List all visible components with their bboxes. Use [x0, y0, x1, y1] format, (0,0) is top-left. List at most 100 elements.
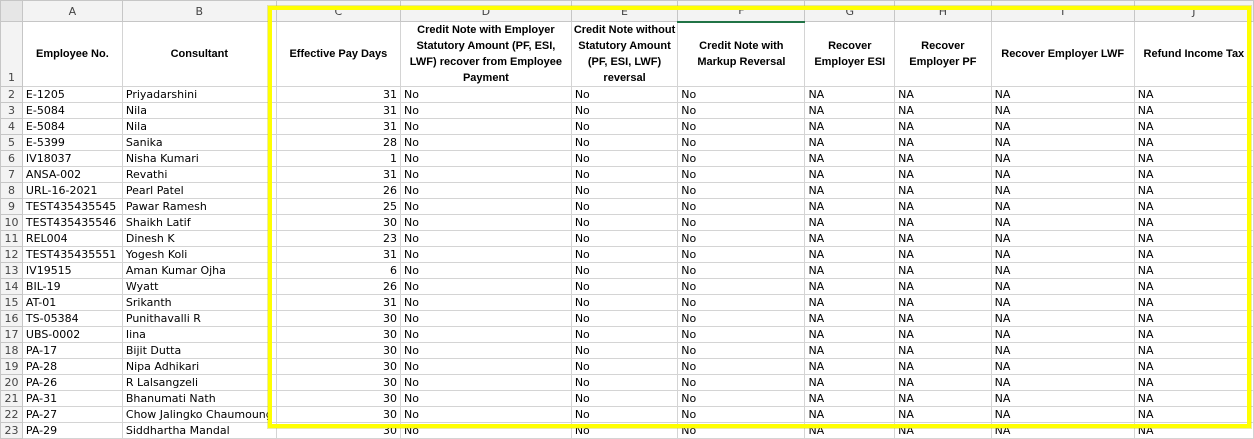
- cell-recover-employer-lwf[interactable]: NA: [990, 262, 1135, 279]
- cell-credit-note-without-statutory[interactable]: No: [570, 150, 679, 167]
- header-cell-recover-employer-lwf[interactable]: Recover Employer LWF: [990, 21, 1135, 87]
- cell-effective-pay-days[interactable]: 31: [275, 102, 402, 119]
- cell-effective-pay-days[interactable]: 30: [275, 214, 402, 231]
- cell-refund-income-tax[interactable]: NA: [1133, 390, 1254, 407]
- cell-credit-note-with-statutory[interactable]: No: [400, 86, 572, 103]
- cell-credit-note-without-statutory[interactable]: No: [570, 182, 679, 199]
- cell-recover-employer-esi[interactable]: NA: [804, 374, 896, 391]
- cell-consultant[interactable]: Iina: [121, 326, 277, 343]
- cell-recover-employer-lwf[interactable]: NA: [990, 406, 1135, 423]
- cell-recover-employer-lwf[interactable]: NA: [990, 86, 1135, 103]
- cell-consultant[interactable]: Chow Jalingko Chaumoung: [121, 406, 277, 423]
- cell-refund-income-tax[interactable]: NA: [1133, 326, 1254, 343]
- cell-recover-employer-esi[interactable]: NA: [804, 390, 896, 407]
- cell-recover-employer-pf[interactable]: NA: [894, 230, 992, 247]
- cell-recover-employer-pf[interactable]: NA: [894, 134, 992, 151]
- cell-consultant[interactable]: Pearl Patel: [121, 182, 277, 199]
- cell-refund-income-tax[interactable]: NA: [1133, 374, 1254, 391]
- cell-recover-employer-lwf[interactable]: NA: [990, 230, 1135, 247]
- cell-effective-pay-days[interactable]: 25: [275, 198, 402, 215]
- header-cell-credit-note-without-statutory[interactable]: Credit Note without Statutory Amount (PF…: [570, 21, 679, 87]
- cell-credit-note-with-statutory[interactable]: No: [400, 406, 572, 423]
- cell-effective-pay-days[interactable]: 30: [275, 342, 402, 359]
- cell-recover-employer-pf[interactable]: NA: [894, 102, 992, 119]
- cell-credit-note-without-statutory[interactable]: No: [570, 326, 679, 343]
- cell-recover-employer-esi[interactable]: NA: [804, 262, 896, 279]
- cell-effective-pay-days[interactable]: 26: [275, 182, 402, 199]
- cell-credit-note-markup-reversal[interactable]: No: [677, 198, 806, 215]
- cell-employee-no[interactable]: IV18037: [21, 150, 123, 167]
- cell-recover-employer-pf[interactable]: NA: [894, 422, 992, 439]
- cell-credit-note-markup-reversal[interactable]: No: [677, 118, 806, 135]
- cell-consultant[interactable]: Nila: [121, 102, 277, 119]
- cell-effective-pay-days[interactable]: 31: [275, 294, 402, 311]
- cell-credit-note-markup-reversal[interactable]: No: [677, 422, 806, 439]
- cell-employee-no[interactable]: TS-05384: [21, 310, 123, 327]
- cell-employee-no[interactable]: REL004: [21, 230, 123, 247]
- cell-credit-note-with-statutory[interactable]: No: [400, 310, 572, 327]
- cell-credit-note-without-statutory[interactable]: No: [570, 358, 679, 375]
- cell-effective-pay-days[interactable]: 26: [275, 278, 402, 295]
- cell-employee-no[interactable]: PA-31: [21, 390, 123, 407]
- cell-credit-note-markup-reversal[interactable]: No: [677, 102, 806, 119]
- row-number[interactable]: 12: [0, 246, 23, 263]
- cell-credit-note-without-statutory[interactable]: No: [570, 390, 679, 407]
- row-number[interactable]: 23: [0, 422, 23, 439]
- column-header-j[interactable]: J: [1133, 0, 1254, 22]
- cell-consultant[interactable]: Bijit Dutta: [121, 342, 277, 359]
- cell-credit-note-without-statutory[interactable]: No: [570, 230, 679, 247]
- cell-credit-note-markup-reversal[interactable]: No: [677, 406, 806, 423]
- column-header-b[interactable]: B: [121, 0, 277, 22]
- cell-recover-employer-lwf[interactable]: NA: [990, 246, 1135, 263]
- cell-credit-note-with-statutory[interactable]: No: [400, 390, 572, 407]
- cell-employee-no[interactable]: UBS-0002: [21, 326, 123, 343]
- row-number[interactable]: 8: [0, 182, 23, 199]
- cell-recover-employer-pf[interactable]: NA: [894, 294, 992, 311]
- header-cell-credit-note-markup-reversal[interactable]: Credit Note with Markup Reversal: [677, 21, 806, 87]
- cell-credit-note-without-statutory[interactable]: No: [570, 294, 679, 311]
- cell-credit-note-markup-reversal[interactable]: No: [677, 230, 806, 247]
- cell-credit-note-markup-reversal[interactable]: No: [677, 374, 806, 391]
- cell-credit-note-markup-reversal[interactable]: No: [677, 342, 806, 359]
- cell-consultant[interactable]: Nipa Adhikari: [121, 358, 277, 375]
- cell-employee-no[interactable]: E-5084: [21, 102, 123, 119]
- cell-consultant[interactable]: Nisha Kumari: [121, 150, 277, 167]
- cell-recover-employer-esi[interactable]: NA: [804, 278, 896, 295]
- cell-refund-income-tax[interactable]: NA: [1133, 422, 1254, 439]
- cell-refund-income-tax[interactable]: NA: [1133, 214, 1254, 231]
- cell-employee-no[interactable]: IV19515: [21, 262, 123, 279]
- cell-effective-pay-days[interactable]: 30: [275, 326, 402, 343]
- cell-recover-employer-pf[interactable]: NA: [894, 246, 992, 263]
- header-cell-employee-no[interactable]: Employee No.: [21, 21, 123, 87]
- cell-credit-note-with-statutory[interactable]: No: [400, 134, 572, 151]
- cell-refund-income-tax[interactable]: NA: [1133, 182, 1254, 199]
- cell-credit-note-with-statutory[interactable]: No: [400, 278, 572, 295]
- cell-refund-income-tax[interactable]: NA: [1133, 230, 1254, 247]
- cell-credit-note-markup-reversal[interactable]: No: [677, 278, 806, 295]
- cell-effective-pay-days[interactable]: 31: [275, 118, 402, 135]
- cell-credit-note-with-statutory[interactable]: No: [400, 342, 572, 359]
- cell-credit-note-without-statutory[interactable]: No: [570, 342, 679, 359]
- row-number[interactable]: 15: [0, 294, 23, 311]
- cell-refund-income-tax[interactable]: NA: [1133, 198, 1254, 215]
- cell-credit-note-markup-reversal[interactable]: No: [677, 182, 806, 199]
- column-header-g[interactable]: G: [804, 0, 896, 22]
- cell-refund-income-tax[interactable]: NA: [1133, 278, 1254, 295]
- cell-consultant[interactable]: Bhanumati Nath: [121, 390, 277, 407]
- column-header-h[interactable]: H: [894, 0, 992, 22]
- cell-recover-employer-lwf[interactable]: NA: [990, 422, 1135, 439]
- cell-refund-income-tax[interactable]: NA: [1133, 310, 1254, 327]
- cell-recover-employer-pf[interactable]: NA: [894, 262, 992, 279]
- cell-refund-income-tax[interactable]: NA: [1133, 262, 1254, 279]
- header-cell-recover-employer-pf[interactable]: Recover Employer PF: [894, 21, 992, 87]
- cell-credit-note-without-statutory[interactable]: No: [570, 374, 679, 391]
- cell-effective-pay-days[interactable]: 23: [275, 230, 402, 247]
- cell-refund-income-tax[interactable]: NA: [1133, 150, 1254, 167]
- cell-effective-pay-days[interactable]: 30: [275, 374, 402, 391]
- cell-credit-note-markup-reversal[interactable]: No: [677, 294, 806, 311]
- cell-credit-note-without-statutory[interactable]: No: [570, 246, 679, 263]
- cell-credit-note-without-statutory[interactable]: No: [570, 166, 679, 183]
- cell-recover-employer-pf[interactable]: NA: [894, 358, 992, 375]
- row-number[interactable]: 10: [0, 214, 23, 231]
- cell-credit-note-without-statutory[interactable]: No: [570, 86, 679, 103]
